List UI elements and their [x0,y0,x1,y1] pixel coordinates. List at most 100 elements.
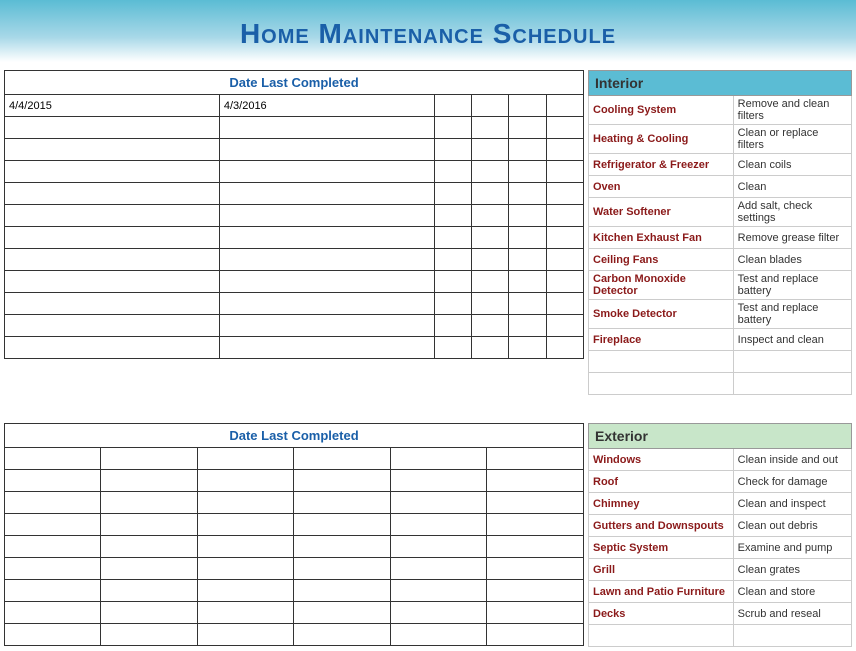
date-cell[interactable] [546,139,583,161]
date-cell[interactable] [509,315,546,337]
date-cell[interactable] [5,227,220,249]
date-cell[interactable] [472,293,509,315]
date-cell[interactable] [294,514,390,536]
date-cell[interactable] [509,271,546,293]
date-cell[interactable] [197,558,293,580]
date-cell[interactable] [101,558,197,580]
date-cell[interactable] [546,95,583,117]
date-cell[interactable] [197,536,293,558]
date-cell[interactable] [5,183,220,205]
date-cell[interactable] [197,624,293,646]
date-cell[interactable] [390,448,486,470]
date-cell[interactable] [487,492,584,514]
date-cell[interactable] [434,293,471,315]
date-cell[interactable] [219,271,434,293]
date-cell[interactable] [5,205,220,227]
date-cell[interactable] [101,624,197,646]
date-cell[interactable] [219,205,434,227]
date-cell[interactable] [472,205,509,227]
date-cell[interactable] [390,580,486,602]
date-cell[interactable] [5,624,101,646]
date-cell[interactable] [509,205,546,227]
date-cell[interactable]: 4/3/2016 [219,95,434,117]
date-cell[interactable] [5,161,220,183]
date-cell[interactable] [101,602,197,624]
date-cell[interactable] [434,161,471,183]
date-cell[interactable] [390,470,486,492]
date-cell[interactable] [434,205,471,227]
date-cell[interactable] [546,117,583,139]
date-cell[interactable] [434,183,471,205]
date-cell[interactable] [509,161,546,183]
date-cell[interactable] [5,249,220,271]
date-cell[interactable] [434,117,471,139]
date-cell[interactable] [472,315,509,337]
date-cell[interactable] [546,271,583,293]
date-cell[interactable] [472,183,509,205]
date-cell[interactable] [487,514,584,536]
date-cell[interactable] [434,337,471,359]
date-cell[interactable] [197,448,293,470]
date-cell[interactable] [390,514,486,536]
date-cell[interactable] [5,337,220,359]
date-cell[interactable] [546,315,583,337]
date-cell[interactable] [101,470,197,492]
date-cell[interactable] [219,337,434,359]
date-cell[interactable] [197,470,293,492]
date-cell[interactable] [546,293,583,315]
date-cell[interactable] [5,470,101,492]
date-cell[interactable] [434,249,471,271]
date-cell[interactable] [219,249,434,271]
date-cell[interactable] [294,558,390,580]
date-cell[interactable] [487,448,584,470]
date-cell[interactable] [472,117,509,139]
date-cell[interactable] [5,558,101,580]
date-cell[interactable] [472,139,509,161]
date-cell[interactable] [509,117,546,139]
date-cell[interactable] [434,95,471,117]
date-cell[interactable] [390,492,486,514]
date-cell[interactable] [219,293,434,315]
date-cell[interactable] [487,470,584,492]
date-cell[interactable] [472,161,509,183]
date-cell[interactable] [390,558,486,580]
date-cell[interactable] [434,227,471,249]
date-cell[interactable] [101,536,197,558]
date-cell[interactable] [219,139,434,161]
date-cell[interactable] [546,227,583,249]
date-cell[interactable] [219,315,434,337]
date-cell[interactable] [294,536,390,558]
date-cell[interactable] [487,558,584,580]
date-cell[interactable] [487,580,584,602]
date-cell[interactable] [546,249,583,271]
date-cell[interactable] [294,624,390,646]
date-cell[interactable] [509,337,546,359]
date-cell[interactable] [294,448,390,470]
date-cell[interactable] [219,117,434,139]
date-cell[interactable] [294,602,390,624]
date-cell[interactable] [509,183,546,205]
date-cell[interactable] [472,95,509,117]
date-cell[interactable] [197,602,293,624]
date-cell[interactable] [390,624,486,646]
date-cell[interactable] [5,492,101,514]
date-cell[interactable] [101,580,197,602]
date-cell[interactable] [219,227,434,249]
date-cell[interactable] [294,470,390,492]
date-cell[interactable] [219,161,434,183]
date-cell[interactable] [390,602,486,624]
date-cell[interactable]: 4/4/2015 [5,95,220,117]
date-cell[interactable] [101,448,197,470]
date-cell[interactable] [509,293,546,315]
date-cell[interactable] [509,139,546,161]
date-cell[interactable] [219,183,434,205]
date-cell[interactable] [546,337,583,359]
date-cell[interactable] [101,492,197,514]
date-cell[interactable] [5,514,101,536]
date-cell[interactable] [472,227,509,249]
date-cell[interactable] [197,492,293,514]
date-cell[interactable] [472,271,509,293]
date-cell[interactable] [509,95,546,117]
date-cell[interactable] [5,536,101,558]
date-cell[interactable] [5,602,101,624]
